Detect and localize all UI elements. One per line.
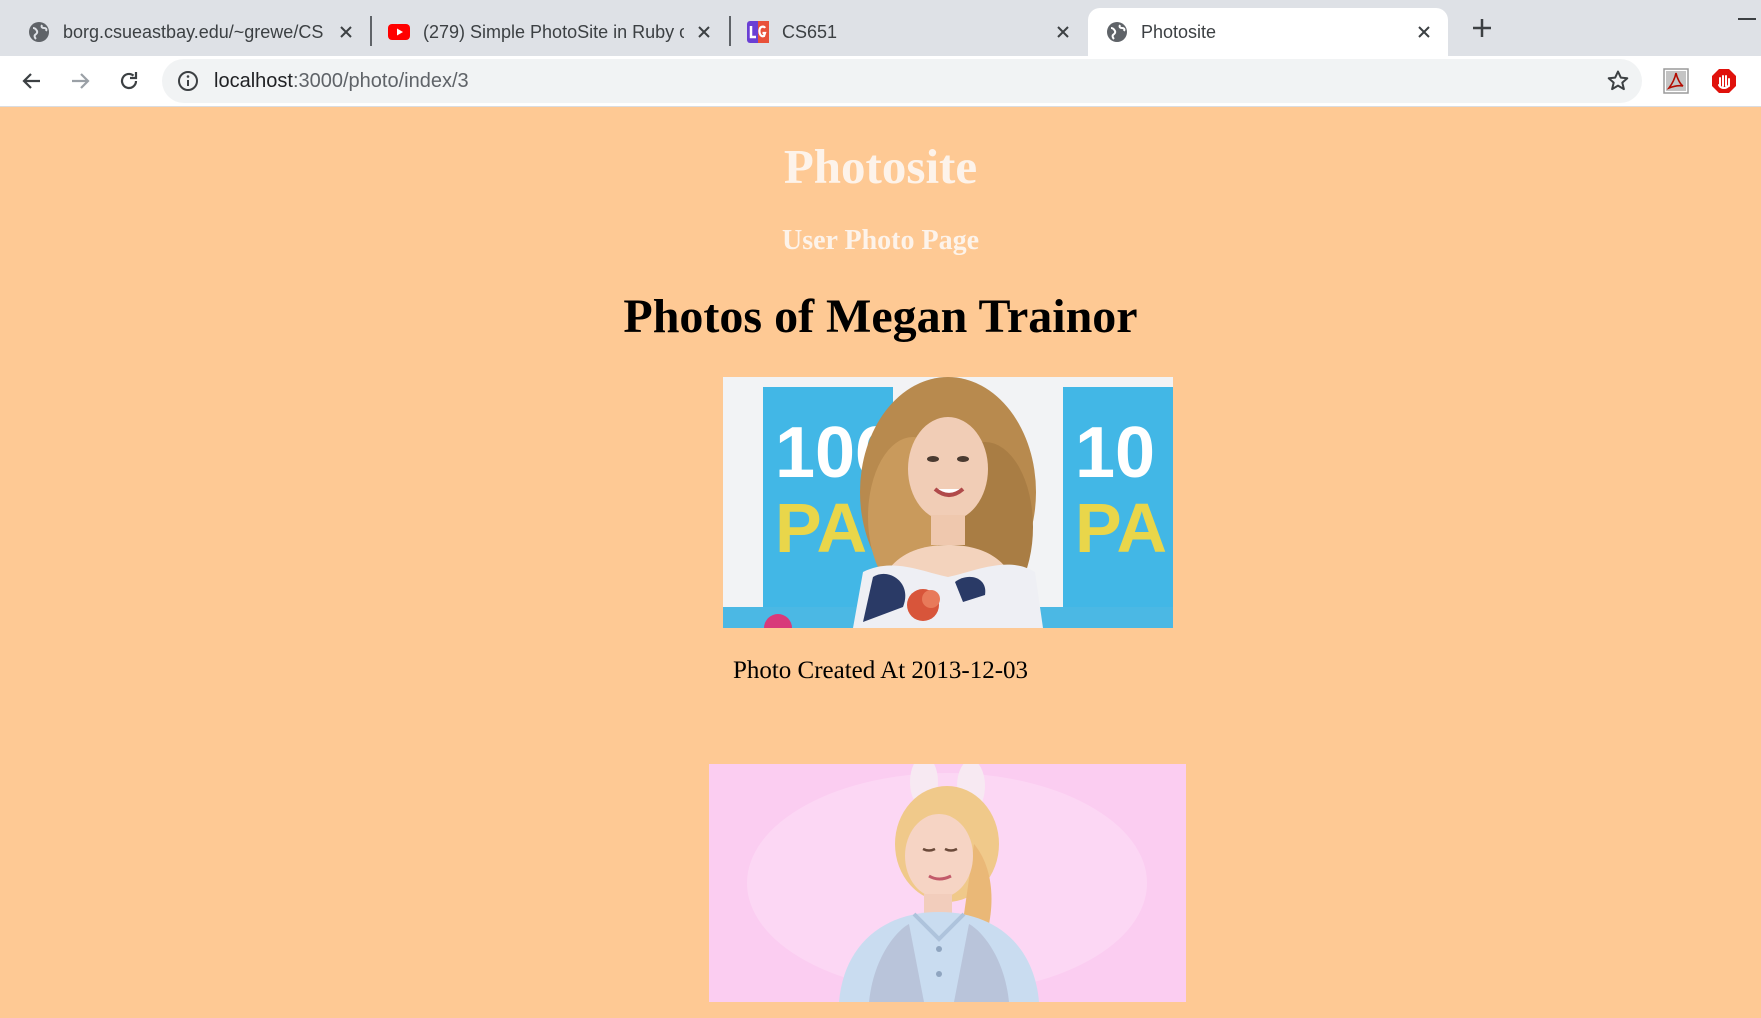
photo-2: [709, 764, 1186, 1002]
forward-button[interactable]: [61, 62, 99, 100]
user-heading: Photos of Megan Trainor: [623, 290, 1138, 343]
svg-text:10: 10: [1075, 413, 1155, 493]
site-title: Photosite: [783, 139, 978, 194]
close-icon[interactable]: [334, 20, 358, 44]
back-button[interactable]: [13, 62, 51, 100]
star-icon[interactable]: [1606, 69, 1630, 93]
arrow-left-icon: [22, 73, 40, 89]
tab-title: borg.csueastbay.edu/~grewe/CS: [63, 21, 324, 42]
tab-youtube[interactable]: (279) Simple PhotoSite in Ruby o: [370, 8, 728, 56]
photo-1: 106 PA 10 PA: [723, 377, 1173, 628]
url-text: localhost:3000/photo/index/3: [214, 70, 469, 93]
globe-icon: [1106, 21, 1128, 43]
tab-borg[interactable]: borg.csueastbay.edu/~grewe/CS: [0, 8, 370, 56]
reload-icon: [120, 72, 138, 90]
new-tab-button[interactable]: [1464, 10, 1500, 46]
page-subtitle: User Photo Page: [782, 225, 979, 256]
tab-title: Photosite: [1141, 21, 1217, 42]
browser-toolbar: localhost:3000/photo/index/3: [0, 56, 1761, 107]
close-icon[interactable]: [1412, 20, 1436, 44]
svg-text:PA: PA: [775, 489, 867, 567]
tab-title: (279) Simple PhotoSite in Ruby o: [423, 21, 684, 42]
close-icon[interactable]: [692, 20, 716, 44]
close-icon[interactable]: [1051, 20, 1075, 44]
reload-button[interactable]: [110, 62, 148, 100]
adblock-extension-icon[interactable]: [1711, 68, 1737, 94]
info-icon[interactable]: [176, 69, 200, 93]
page-content: Photosite User Photo Page Photos of Mega…: [0, 107, 1761, 1018]
address-bar[interactable]: localhost:3000/photo/index/3: [162, 59, 1642, 103]
youtube-icon: [388, 21, 410, 43]
arrow-right-icon: [72, 73, 90, 89]
url-host: localhost: [214, 69, 293, 92]
pdf-extension-icon[interactable]: [1663, 68, 1689, 94]
svg-text:PA: PA: [1075, 489, 1167, 567]
tab-title: CS651: [782, 21, 838, 42]
lg-icon: [747, 21, 769, 43]
tab-photosite[interactable]: Photosite: [1088, 8, 1448, 56]
tab-strip: borg.csueastbay.edu/~grewe/CS (279) Simp…: [0, 0, 1761, 56]
tab-cs651[interactable]: CS651: [729, 8, 1087, 56]
url-path: :3000/photo/index/3: [292, 69, 469, 92]
minimize-button[interactable]: [1738, 18, 1756, 20]
plus-icon: [1473, 19, 1491, 37]
photo-1-caption: Photo Created At 2013-12-03: [732, 657, 1029, 684]
globe-icon: [28, 21, 50, 43]
